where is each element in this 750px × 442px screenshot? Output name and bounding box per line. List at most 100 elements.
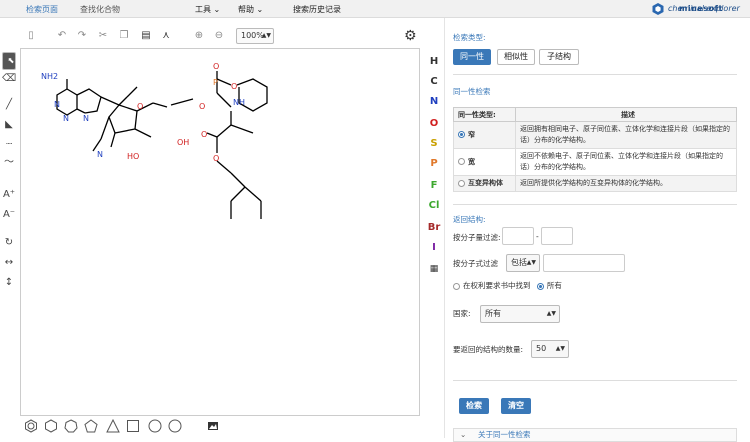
zoom-in-icon[interactable]: ⊕ (192, 29, 206, 43)
periodic-table-icon[interactable]: ▦ (426, 264, 442, 274)
desc-broad: 返回不依赖电子、原子同位素、立体化学和连接片段（如果指定的话）分布的化学结构。 (515, 148, 737, 176)
menu-tools[interactable]: 工具 ⌄ (195, 4, 220, 15)
menu-help[interactable]: 帮助 ⌄ (238, 4, 263, 15)
element-i[interactable]: I (426, 242, 442, 253)
element-c[interactable]: C (426, 76, 442, 87)
nav-search-history[interactable]: 搜索历史记录 (293, 4, 341, 15)
zoom-out-icon[interactable]: ⊖ (212, 29, 226, 43)
table-row[interactable]: 互变异构体 返回所提供化学结构的互变异构体的化学结构。 (453, 175, 737, 192)
eraser-icon[interactable]: ⌫ (2, 72, 16, 86)
atom-o: O (199, 102, 205, 111)
atom-n: N (83, 114, 89, 123)
search-type-label: 检索类型: (453, 33, 486, 42)
table-row[interactable]: 宽 返回不依赖电子、原子同位素、立体化学和连接片段（如果指定的话）分布的化学结构… (453, 148, 737, 176)
heptagon-icon[interactable] (64, 419, 78, 433)
circle-icon[interactable] (168, 419, 182, 433)
type-tautomer: 互变异构体 (468, 179, 503, 187)
clear-button[interactable]: 清空 (501, 398, 531, 414)
triangle-icon[interactable] (106, 419, 120, 433)
dashed-bond-icon[interactable]: ┈ (2, 138, 16, 152)
minesoft-logo-icon (652, 3, 664, 15)
type-narrow: 窄 (468, 130, 475, 139)
tab-identity[interactable]: 同一性 (453, 49, 491, 65)
radio-claims[interactable] (453, 282, 460, 290)
element-br[interactable]: Br (426, 222, 442, 233)
image-icon[interactable] (206, 419, 220, 433)
benzene-icon[interactable] (24, 419, 38, 433)
wedge-bond-icon[interactable]: ◣ (2, 118, 16, 132)
structure-icon[interactable]: ⋏ (159, 29, 173, 43)
formula-mode-select[interactable]: 包括 ▲▼ (506, 254, 540, 272)
identity-search-label: 同一性检索 (453, 87, 491, 96)
octagon-icon[interactable] (148, 419, 162, 433)
ring-templates (20, 418, 220, 436)
count-select[interactable]: 50 ▲▼ (531, 340, 569, 358)
template-icon[interactable]: ▯ (24, 29, 38, 43)
atom-p: P (213, 78, 218, 87)
radio-all[interactable] (536, 282, 544, 290)
divider (453, 74, 737, 75)
table-row[interactable]: 窄 返回拥有相同电子、原子同位素、立体化学和连接片段（如果指定的话）分布的化学结… (453, 121, 737, 149)
radio-narrow[interactable] (458, 131, 465, 138)
nav-find-compound[interactable]: 查找化合物 (80, 4, 120, 15)
mw-min-input[interactable] (502, 227, 534, 245)
structure-canvas[interactable]: NH2 N N N N O HO OH O O P O NH O O (20, 48, 420, 416)
gear-icon[interactable]: ⚙ (404, 28, 417, 44)
zoom-select[interactable]: 100% ▲▼ (236, 28, 274, 44)
paste-icon[interactable]: ▤ (139, 29, 153, 43)
mw-max-input[interactable] (541, 227, 573, 245)
redo-icon[interactable]: ↷ (75, 29, 89, 43)
radio-tautomer[interactable] (458, 179, 465, 187)
chevron-updown-icon: ▲▼ (546, 310, 556, 317)
atom-oh: OH (177, 138, 189, 147)
about-identity-search[interactable]: ⌄ 关于同一性检索 (453, 428, 737, 442)
cyclohexane-icon[interactable] (44, 419, 58, 433)
element-o[interactable]: O (426, 118, 442, 129)
element-cl[interactable]: Cl (426, 200, 442, 211)
divider (453, 204, 737, 205)
pentagon-icon[interactable] (84, 419, 98, 433)
copy-icon[interactable]: ❐ (117, 29, 131, 43)
rotate-icon[interactable]: ↻ (2, 236, 16, 250)
cut-icon[interactable]: ✂ (96, 29, 110, 43)
atom-o: O (213, 154, 219, 163)
element-f[interactable]: F (426, 180, 442, 191)
search-button[interactable]: 检索 (459, 398, 489, 414)
radio-broad[interactable] (458, 158, 465, 165)
desc-tautomer: 返回所提供化学结构的互变异构体的化学结构。 (515, 175, 737, 192)
atom-o: O (231, 82, 237, 91)
atom-ho: HO (127, 152, 139, 161)
element-h[interactable]: H (426, 56, 442, 67)
count-label: 要返回的结构的数量: (453, 345, 524, 354)
country-select[interactable]: 所有 ▲▼ (480, 305, 560, 323)
tab-substructure[interactable]: 子结构 (539, 49, 579, 65)
chain-icon[interactable]: 〜 (2, 156, 16, 170)
return-structures-label: 返回结构: (453, 215, 486, 224)
molecule-structure: NH2 N N N N O HO OH O O P O NH O O (41, 62, 268, 219)
chevron-down-icon: ⌄ (460, 430, 467, 439)
single-bond-icon[interactable]: ╱ (2, 98, 16, 112)
col-header-type: 同一性类型: (453, 107, 516, 122)
all-label: 所有 (546, 281, 562, 290)
flip-vertical-icon[interactable]: ↕ (2, 276, 16, 290)
atom-charge-minus-icon[interactable]: A⁻ (2, 208, 16, 222)
top-menu-bar: 检索页面 查找化合物 工具 ⌄ 帮助 ⌄ 搜索历史记录 minesoft che… (0, 0, 750, 18)
chevron-updown-icon: ▲▼ (526, 259, 536, 266)
undo-icon[interactable]: ↶ (55, 29, 69, 43)
flip-horizontal-icon[interactable]: ↔ (2, 256, 16, 270)
atom-n: N (97, 150, 103, 159)
atom-o: O (201, 130, 207, 139)
atom-nh: NH (233, 98, 245, 107)
desc-narrow: 返回拥有相同电子、原子同位素、立体化学和连接片段（如果指定的话）分布的化学结构。 (515, 121, 737, 149)
formula-input[interactable] (543, 254, 625, 272)
square-icon[interactable] (126, 419, 140, 433)
element-s[interactable]: S (426, 138, 442, 149)
element-p[interactable]: P (426, 158, 442, 169)
tab-similarity[interactable]: 相似性 (497, 49, 535, 65)
nav-search-page[interactable]: 检索页面 (26, 4, 58, 15)
identity-type-table: 同一性类型: 描述 窄 返回拥有相同电子、原子同位素、立体化学和连接片段（如果指… (453, 107, 737, 192)
atom-charge-plus-icon[interactable]: A⁺ (2, 188, 16, 202)
element-n[interactable]: N (426, 96, 442, 107)
country-value: 所有 (485, 309, 501, 318)
select-tool-icon[interactable]: ⬉ (2, 52, 16, 70)
